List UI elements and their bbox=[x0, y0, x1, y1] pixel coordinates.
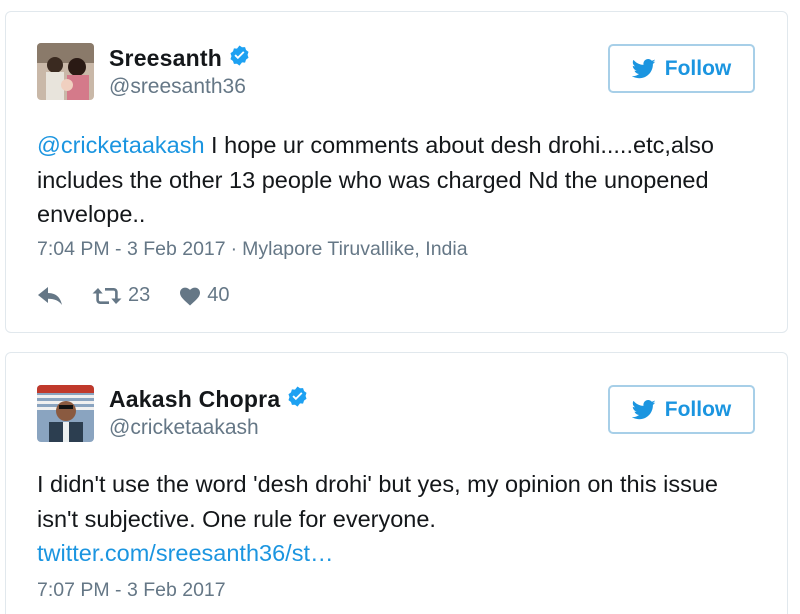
like-button[interactable]: 40 bbox=[179, 284, 230, 307]
tweet-text: @cricketaakash I hope ur comments about … bbox=[37, 128, 761, 232]
follow-label: Follow bbox=[664, 56, 732, 80]
twitter-bird-icon bbox=[631, 58, 656, 78]
tweet-card: Sreesanth @sreesanth36 Follow @cricketaa… bbox=[5, 11, 788, 333]
display-name[interactable]: Aakash Chopra bbox=[109, 386, 280, 413]
tweet-card: Aakash Chopra @cricketaakash Follow I di… bbox=[5, 352, 788, 614]
tweet-meta: 7:07 PM - 3 Feb 2017 bbox=[37, 579, 226, 602]
heart-icon bbox=[180, 287, 201, 305]
follow-button[interactable]: Follow bbox=[608, 385, 755, 434]
reply-icon bbox=[38, 286, 62, 305]
display-name[interactable]: Sreesanth bbox=[109, 45, 222, 72]
user-handle[interactable]: @cricketaakash bbox=[109, 416, 309, 440]
retweet-button[interactable]: 23 bbox=[92, 284, 150, 307]
reply-button[interactable] bbox=[37, 286, 63, 306]
tweet-timestamp[interactable]: 7:04 PM - 3 Feb 2017 bbox=[37, 238, 226, 260]
tweet-meta: 7:04 PM - 3 Feb 2017 · Mylapore Tiruvallik… bbox=[37, 238, 468, 261]
twitter-bird-icon bbox=[631, 399, 656, 419]
tweet-text: I didn't use the word 'desh drohi' but y… bbox=[37, 467, 761, 571]
meta-separator: · bbox=[230, 238, 238, 260]
verified-badge-icon bbox=[230, 45, 249, 66]
follow-button[interactable]: Follow bbox=[608, 44, 755, 93]
like-count: 40 bbox=[207, 284, 230, 306]
verified-badge-icon bbox=[288, 386, 307, 407]
tweet-timestamp[interactable]: 7:07 PM - 3 Feb 2017 bbox=[37, 579, 226, 601]
avatar[interactable] bbox=[37, 43, 94, 100]
tweet-location[interactable]: Mylapore Tiruvallike, India bbox=[242, 238, 467, 260]
tweet-body: I didn't use the word 'desh drohi' but y… bbox=[37, 471, 718, 532]
mention-link[interactable]: @cricketaakash bbox=[37, 132, 205, 158]
retweet-icon bbox=[92, 287, 122, 304]
avatar[interactable] bbox=[37, 385, 94, 442]
tweet-actions: 23 40 bbox=[37, 284, 230, 307]
tweet-link[interactable]: twitter.com/sreesanth36/st… bbox=[37, 536, 761, 571]
user-handle[interactable]: @sreesanth36 bbox=[109, 75, 251, 99]
retweet-count: 23 bbox=[128, 284, 151, 306]
follow-label: Follow bbox=[664, 397, 732, 421]
